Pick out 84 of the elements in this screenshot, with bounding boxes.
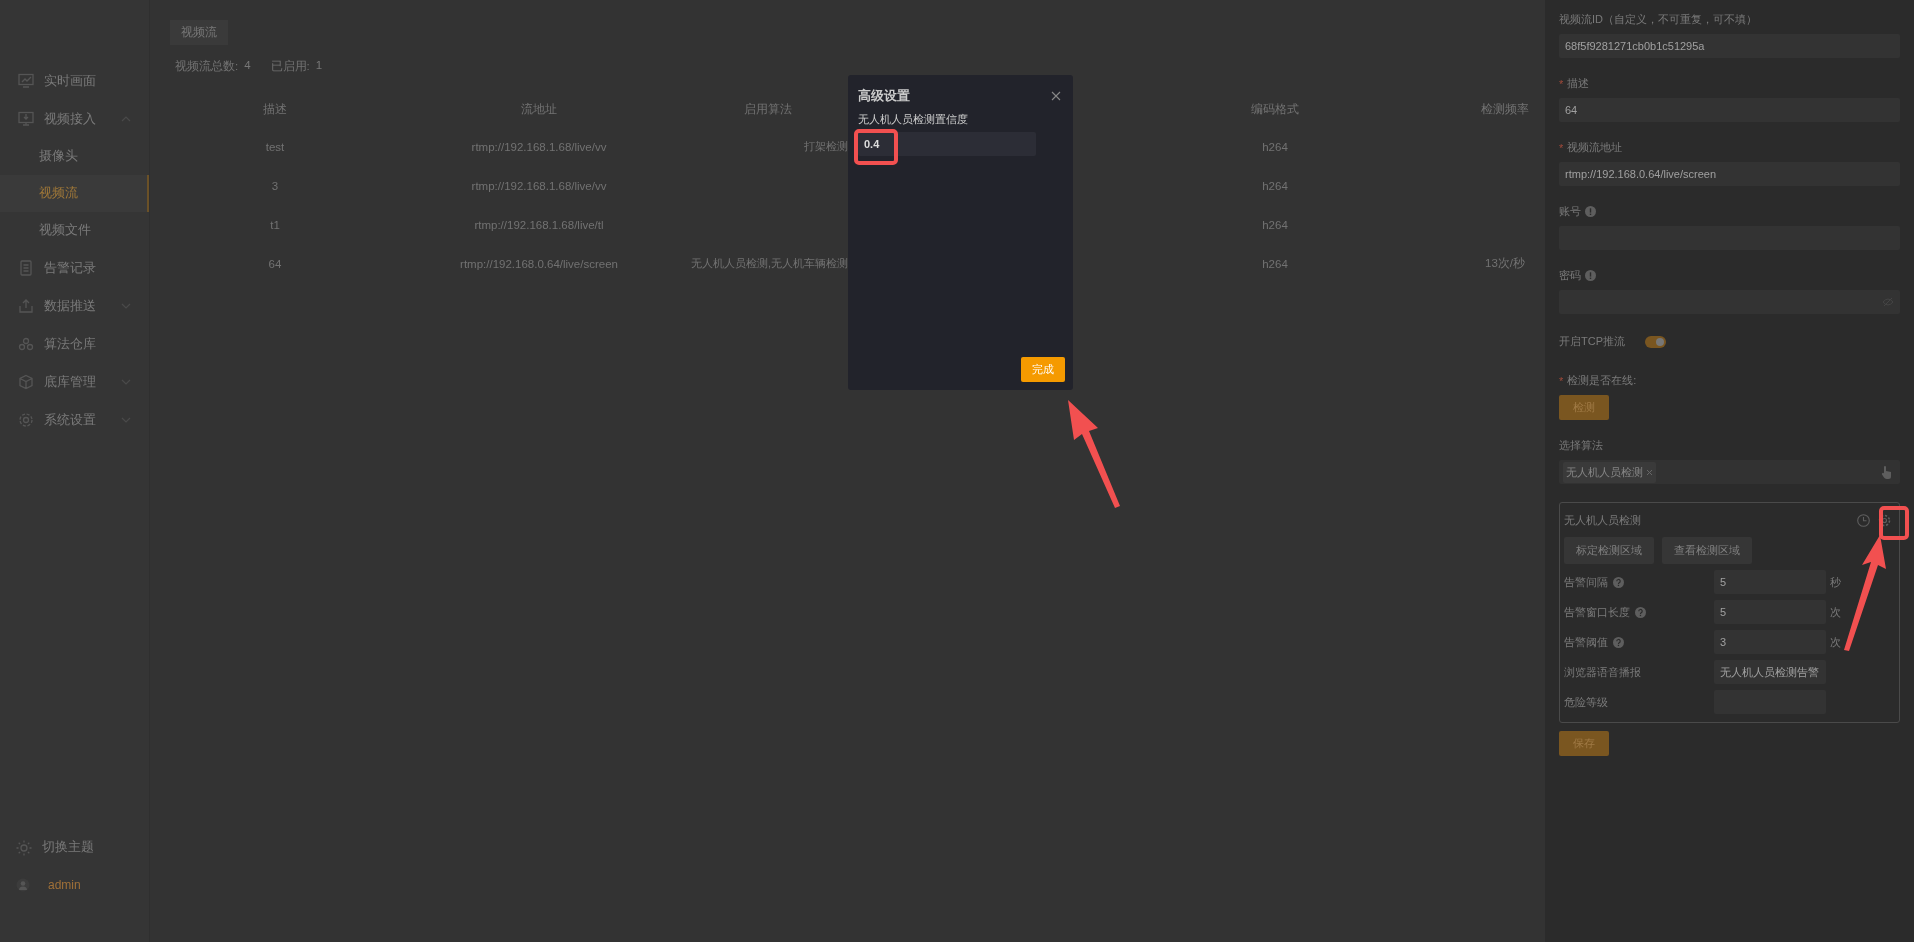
sidebar-item[interactable]: 告警记录 bbox=[0, 249, 149, 287]
table-cell: test bbox=[265, 140, 285, 153]
input-field[interactable] bbox=[1559, 290, 1900, 314]
field-label: 视频流ID（自定义，不可重复，可不填） bbox=[1559, 12, 1757, 27]
sidebar-item[interactable]: 算法仓库 bbox=[0, 325, 149, 363]
input-field[interactable]: 5 bbox=[1714, 600, 1826, 624]
select-field[interactable]: 无人机人员检测 bbox=[1559, 460, 1900, 484]
dialog-title: 高级设置 bbox=[858, 87, 910, 105]
clock-icon bbox=[1857, 513, 1870, 527]
sun-icon bbox=[16, 839, 32, 856]
stat-value: 4 bbox=[244, 59, 251, 73]
input-field[interactable]: 3 bbox=[1714, 630, 1826, 654]
chart-monitor-icon bbox=[18, 73, 34, 89]
table-cell: rtmp://192.168.1.68/live/tl bbox=[474, 218, 604, 231]
field-label: 选择算法 bbox=[1559, 438, 1603, 453]
sidebar-item[interactable]: 底库管理 bbox=[0, 363, 149, 401]
table-cell: h264 bbox=[1262, 257, 1288, 270]
hand-pointer-icon bbox=[1880, 465, 1892, 479]
region-button[interactable]: 查看检测区域 bbox=[1662, 537, 1752, 564]
required-mark: * bbox=[1559, 374, 1564, 387]
unit-label: 秒 bbox=[1829, 574, 1842, 590]
user-avatar-icon bbox=[16, 878, 30, 892]
field-label: 描述 bbox=[1567, 76, 1590, 91]
field-label: 危险等级 bbox=[1564, 694, 1608, 710]
field-label: 视频流地址 bbox=[1567, 140, 1623, 155]
table-cell: h264 bbox=[1262, 179, 1288, 192]
field-label: 浏览器语音播报 bbox=[1564, 664, 1641, 680]
input-field[interactable]: 64 bbox=[1559, 98, 1900, 122]
table-cell: h264 bbox=[1262, 140, 1288, 153]
table-cell: 13次/秒 bbox=[1485, 256, 1525, 271]
highlight-frame bbox=[854, 129, 898, 165]
input-field[interactable]: rtmp://192.168.0.64/live/screen bbox=[1559, 162, 1900, 186]
sidebar-item[interactable]: 系统设置 bbox=[0, 401, 149, 439]
field-label: 账号 bbox=[1559, 204, 1581, 219]
close-icon[interactable] bbox=[1051, 91, 1061, 101]
sidebar-subitem[interactable]: 视频文件 bbox=[0, 212, 149, 249]
table-cell: rtmp://192.168.1.68/live/vv bbox=[471, 140, 607, 153]
stat-label: 视频流总数: bbox=[175, 59, 239, 74]
table-cell: rtmp://192.168.0.64/live/screen bbox=[460, 257, 618, 270]
download-monitor-icon bbox=[18, 111, 34, 127]
field-label: 告警阈值 bbox=[1564, 634, 1608, 650]
column-header: 检测频率 bbox=[1481, 101, 1529, 117]
upload-tray-icon bbox=[18, 298, 34, 314]
cluster-icon bbox=[18, 336, 34, 352]
table-cell: t1 bbox=[270, 218, 280, 231]
unit-label: 次 bbox=[1829, 634, 1842, 650]
page-tab[interactable]: 视频流 bbox=[170, 20, 228, 45]
table-cell: 3 bbox=[271, 179, 279, 192]
field-label: 告警间隔 bbox=[1564, 574, 1608, 590]
cube-icon bbox=[18, 374, 34, 390]
document-icon bbox=[18, 260, 34, 276]
theme-toggle[interactable]: 切换主题 bbox=[0, 839, 149, 856]
column-header: 描述 bbox=[263, 101, 287, 117]
input-field[interactable]: 68f5f9281271cb0b1c51295a bbox=[1559, 34, 1900, 58]
unit-label: 次 bbox=[1829, 604, 1842, 620]
field-label: 无人机人员检测置信度 bbox=[858, 112, 969, 127]
sidebar-subitem[interactable]: 视频流 bbox=[0, 175, 149, 212]
close-icon bbox=[1646, 468, 1653, 476]
field-label: 开启TCP推流 bbox=[1559, 334, 1625, 349]
highlight-frame bbox=[1879, 506, 1909, 540]
table-cell: rtmp://192.168.1.68/live/vv bbox=[471, 179, 607, 192]
required-mark: * bbox=[1559, 141, 1564, 154]
field-label: 检测是否在线: bbox=[1567, 373, 1637, 388]
user-name: admin bbox=[48, 878, 81, 892]
table-cell: h264 bbox=[1262, 218, 1288, 231]
region-button[interactable]: 标定检测区域 bbox=[1564, 537, 1654, 564]
required-mark: * bbox=[1559, 77, 1564, 90]
table-cell: 64 bbox=[268, 257, 282, 270]
settings-icon bbox=[18, 412, 34, 428]
input-field[interactable]: 5 bbox=[1714, 570, 1826, 594]
toggle-switch[interactable] bbox=[1645, 335, 1666, 348]
input-field[interactable]: 0.4 bbox=[858, 132, 1036, 156]
stat-value: 1 bbox=[315, 59, 323, 73]
sidebar-subitem[interactable]: 摄像头 bbox=[0, 138, 149, 175]
card-title: 无人机人员检测 bbox=[1564, 512, 1641, 528]
field-label: 密码 bbox=[1559, 268, 1581, 283]
input-field[interactable]: 无人机人员检测告警 bbox=[1714, 660, 1826, 684]
sidebar-item[interactable]: 实时画面 bbox=[0, 62, 149, 100]
column-header: 流地址 bbox=[521, 101, 557, 117]
field-label: 告警窗口长度 bbox=[1564, 604, 1630, 620]
confirm-button[interactable]: 完成 bbox=[1021, 357, 1065, 382]
sidebar-item[interactable]: 视频接入 bbox=[0, 100, 149, 138]
sidebar-item[interactable]: 数据推送 bbox=[0, 287, 149, 325]
tag-chip[interactable]: 无人机人员检测 bbox=[1563, 461, 1656, 483]
